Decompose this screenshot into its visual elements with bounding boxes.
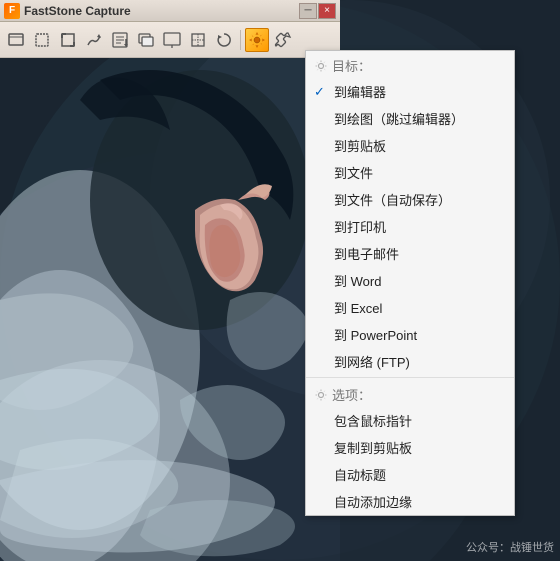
app-title: FastStone Capture bbox=[24, 4, 299, 18]
capture-screen-btn[interactable] bbox=[160, 28, 184, 52]
gear-icon-options bbox=[314, 388, 328, 402]
extra-tools-btn[interactable] bbox=[271, 28, 295, 52]
capture-region-btn[interactable] bbox=[56, 28, 80, 52]
close-button[interactable]: × bbox=[318, 3, 336, 19]
menu-item-to-clipboard[interactable]: 到剪贴板 bbox=[306, 132, 514, 159]
menu-item-auto-title[interactable]: 自动标题 bbox=[306, 461, 514, 488]
menu-item-to-email[interactable]: 到电子邮件 bbox=[306, 240, 514, 267]
capture-freehand-btn[interactable] bbox=[82, 28, 106, 52]
toolbar-separator-1 bbox=[240, 30, 241, 50]
repeat-last-btn[interactable] bbox=[212, 28, 236, 52]
menu-item-to-drawing[interactable]: 到绘图（跳过编辑器） bbox=[306, 105, 514, 132]
menu-item-to-file-auto[interactable]: 到文件（自动保存） bbox=[306, 186, 514, 213]
menu-item-copy-clipboard[interactable]: 复制到剪贴板 bbox=[306, 434, 514, 461]
capture-active-window-btn[interactable] bbox=[4, 28, 28, 52]
gear-icon bbox=[314, 59, 328, 73]
app-icon: F bbox=[4, 3, 20, 19]
menu-item-to-word[interactable]: 到 Word bbox=[306, 267, 514, 294]
capture-scrolling-btn[interactable] bbox=[108, 28, 132, 52]
target-section-header: 目标： bbox=[306, 51, 514, 78]
capture-menu-btn[interactable] bbox=[134, 28, 158, 52]
menu-item-auto-border[interactable]: 自动添加边缘 bbox=[306, 488, 514, 515]
watermark: 公众号：战锤世货 bbox=[466, 539, 554, 555]
output-settings-btn[interactable] bbox=[245, 28, 269, 52]
menu-item-to-powerpoint[interactable]: 到 PowerPoint bbox=[306, 321, 514, 348]
options-section-header: 选项： bbox=[306, 380, 514, 407]
menu-item-include-cursor[interactable]: 包含鼠标指针 bbox=[306, 407, 514, 434]
output-dropdown-menu: 目标： 到编辑器 到绘图（跳过编辑器） 到剪贴板 到文件 到文件（自动保存） 到… bbox=[305, 50, 515, 516]
capture-fixed-region-btn[interactable] bbox=[30, 28, 54, 52]
window-controls: ─ × bbox=[299, 3, 336, 19]
menu-item-to-editor[interactable]: 到编辑器 bbox=[306, 78, 514, 105]
menu-item-to-ftp[interactable]: 到网络 (FTP) bbox=[306, 348, 514, 375]
options-label: 选项： bbox=[332, 385, 371, 404]
menu-item-to-printer[interactable]: 到打印机 bbox=[306, 213, 514, 240]
menu-item-to-excel[interactable]: 到 Excel bbox=[306, 294, 514, 321]
minimize-button[interactable]: ─ bbox=[299, 3, 317, 19]
menu-separator bbox=[306, 377, 514, 378]
target-label: 目标： bbox=[332, 56, 371, 75]
titlebar: F FastStone Capture ─ × bbox=[0, 0, 340, 22]
toolbar bbox=[0, 22, 340, 58]
capture-custom-size-btn[interactable] bbox=[186, 28, 210, 52]
menu-item-to-file[interactable]: 到文件 bbox=[306, 159, 514, 186]
